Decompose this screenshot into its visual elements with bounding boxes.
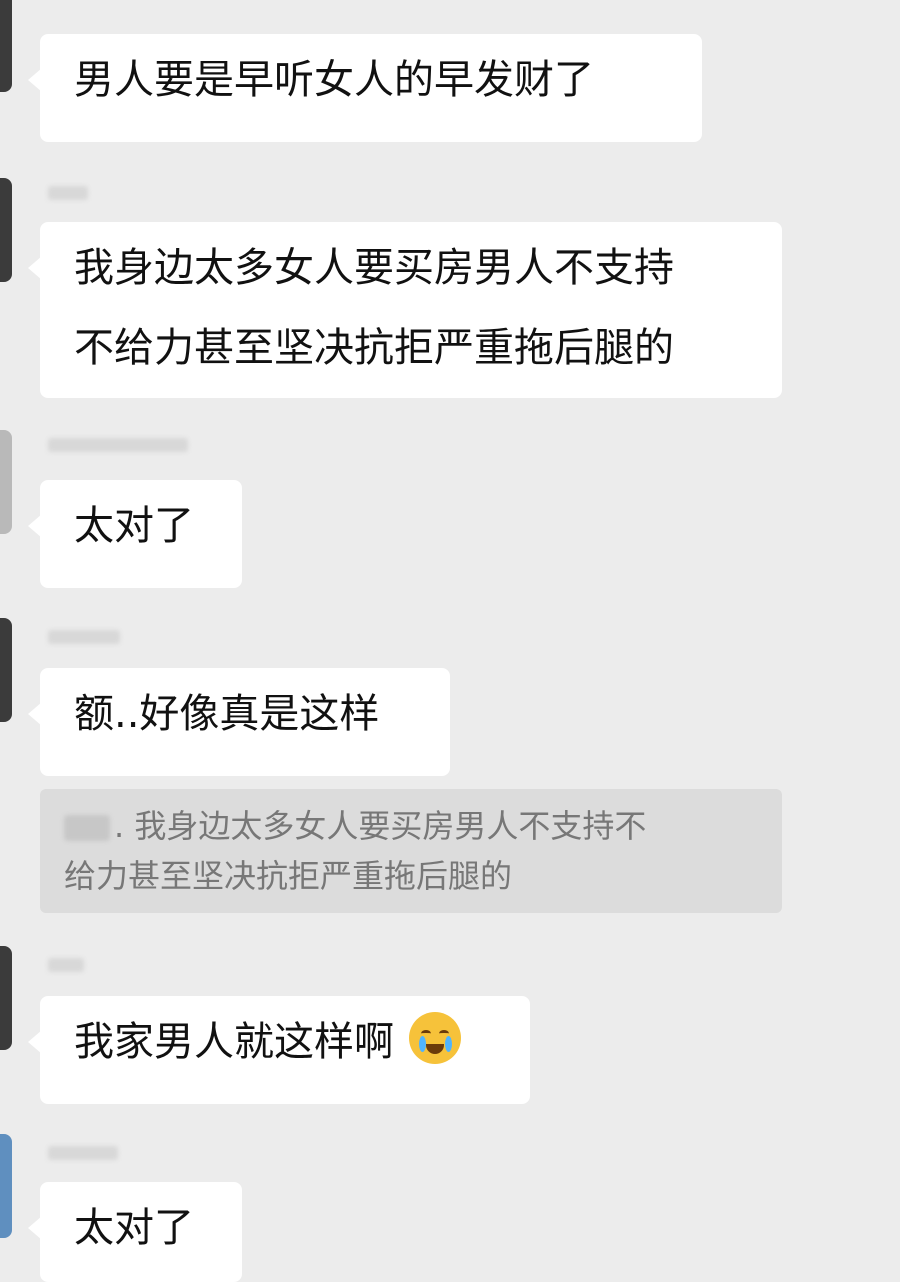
sender-avatar[interactable] [0,618,12,722]
sender-nickname [48,438,188,452]
chat-message-list: 男人要是早听女人的早发财了 我身边太多女人要买房男人不支持 不给力甚至坚决抗拒严… [0,0,900,1282]
crying-laughing-emoji-icon [408,1012,461,1064]
sender-avatar[interactable] [0,430,12,534]
message-bubble[interactable]: 太对了 [28,1182,242,1282]
message-bubble[interactable]: 我家男人就这样啊 [28,996,530,1104]
message-bubble[interactable]: 我身边太多女人要买房男人不支持 不给力甚至坚决抗拒严重拖后腿的 [28,222,782,398]
sender-avatar[interactable] [0,178,12,282]
sender-nickname [48,1146,118,1160]
quoted-text-line: 给力甚至坚决抗拒严重拖后腿的 [64,857,513,895]
sender-avatar[interactable] [0,0,12,92]
quoted-message[interactable]: . 我身边太多女人要买房男人不支持不 给力甚至坚决抗拒严重拖后腿的 [40,789,782,913]
sender-avatar[interactable] [0,946,12,1050]
message-bubble[interactable]: 男人要是早听女人的早发财了 [28,34,702,142]
message-text: 额..好像真是这样 [74,691,380,737]
message-text: 太对了 [74,503,194,549]
sender-avatar[interactable] [0,1134,12,1238]
message-text: 太对了 [74,1205,194,1251]
message-text-line: 不给力甚至坚决抗拒严重拖后腿的 [74,325,674,371]
message-bubble[interactable]: 额..好像真是这样 [28,668,450,776]
message-text: 我家男人就这样啊 [74,1019,394,1065]
message-bubble[interactable]: 太对了 [28,480,242,588]
quoted-text-line: . 我身边太多女人要买房男人不支持不 [64,801,758,851]
sender-nickname [48,958,84,972]
quoted-sender-name [64,815,110,841]
message-text: 男人要是早听女人的早发财了 [74,57,594,103]
sender-nickname [48,186,88,200]
message-text-line: 我身边太多女人要买房男人不支持 [74,245,674,291]
sender-nickname [48,630,120,644]
